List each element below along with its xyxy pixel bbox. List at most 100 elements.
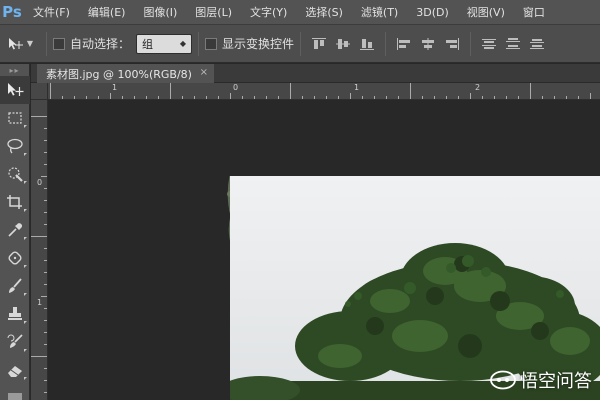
eraser-icon xyxy=(8,366,22,377)
align-buttons xyxy=(307,34,379,54)
menu-select[interactable]: 选择(S) xyxy=(296,0,352,25)
move-tool-icon xyxy=(8,83,24,96)
distribute-top-button[interactable] xyxy=(478,34,500,54)
show-transform-checkbox[interactable] xyxy=(205,37,218,50)
align-top-icon xyxy=(312,37,327,49)
wukong-logo-icon xyxy=(490,370,516,390)
crop-icon xyxy=(7,195,22,209)
horizontal-ruler-ticks xyxy=(50,83,591,99)
menu-image[interactable]: 图像(I) xyxy=(134,0,186,25)
tool-move[interactable] xyxy=(0,76,30,104)
submenu-triangle-icon xyxy=(24,293,27,296)
quick-select-icon xyxy=(8,167,23,182)
vertical-ruler-ticks xyxy=(31,116,47,393)
auto-select-label: 自动选择： xyxy=(70,37,131,51)
align-right-icon xyxy=(446,37,460,50)
distribute-vcenter-button[interactable] xyxy=(502,34,524,54)
vertical-ruler[interactable]: 0 1 xyxy=(31,100,48,400)
align-bottom-button[interactable] xyxy=(356,34,378,54)
auto-select-value: 组 xyxy=(142,37,154,51)
align-right-button[interactable] xyxy=(441,34,463,54)
menu-edit[interactable]: 编辑(E) xyxy=(79,0,135,25)
tool-eyedropper[interactable] xyxy=(0,216,30,244)
divider xyxy=(300,31,302,56)
distribute-bottom-icon xyxy=(530,38,545,49)
distribute-bottom-button[interactable] xyxy=(526,34,548,54)
submenu-triangle-icon xyxy=(24,125,27,128)
tool-gradient[interactable] xyxy=(0,384,30,400)
tool-quick-select[interactable] xyxy=(0,160,30,188)
ps-logo[interactable]: Ps xyxy=(0,0,24,25)
align-top-button[interactable] xyxy=(308,34,330,54)
tool-eraser[interactable] xyxy=(0,356,30,384)
healing-brush-icon xyxy=(8,251,22,265)
horizontal-ruler[interactable]: 1 0 1 2 xyxy=(48,83,600,100)
move-tool-icon xyxy=(8,37,23,49)
document-tab[interactable]: 素材图.jpg @ 100%(RGB/8) × xyxy=(37,64,214,83)
document-tab-bar: 素材图.jpg @ 100%(RGB/8) × xyxy=(31,64,600,83)
tool-healing[interactable] xyxy=(0,244,30,272)
menu-type[interactable]: 文字(Y) xyxy=(241,0,296,25)
options-bar: ▼ 自动选择： 组 ◆ 显示变换控件 xyxy=(0,25,600,63)
chevron-down-icon: ▼ xyxy=(26,39,34,48)
watermark: 悟空问答 xyxy=(490,367,592,393)
divider xyxy=(470,31,472,56)
tool-brush[interactable] xyxy=(0,272,30,300)
tool-history-brush[interactable] xyxy=(0,328,30,356)
align-left-icon xyxy=(397,37,411,50)
submenu-triangle-icon xyxy=(24,181,27,184)
auto-select-dropdown[interactable]: 组 ◆ xyxy=(136,33,193,54)
tool-preset-picker[interactable]: ▼ xyxy=(0,25,40,63)
menu-bar: Ps 文件(F) 编辑(E) 图像(I) 图层(L) 文字(Y) 选择(S) 滤… xyxy=(0,0,600,25)
divider xyxy=(385,31,387,56)
tools-panel: ▸▸ xyxy=(0,64,30,400)
clone-stamp-icon xyxy=(8,307,22,320)
canvas-area[interactable]: 悟空问答 xyxy=(48,100,600,400)
distribute-buttons xyxy=(477,34,549,54)
distribute-vcenter-icon xyxy=(506,37,521,49)
align-vcenter-icon xyxy=(336,38,351,49)
h-ruler-label: 0 xyxy=(233,83,239,92)
menu-layer[interactable]: 图层(L) xyxy=(186,0,241,25)
history-brush-icon xyxy=(7,334,23,348)
submenu-triangle-icon xyxy=(24,153,27,156)
align-horizontal-buttons xyxy=(392,34,464,54)
menu-filter[interactable]: 滤镜(T) xyxy=(352,0,407,25)
align-bottom-icon xyxy=(360,38,375,50)
panel-grip[interactable]: ▸▸ xyxy=(0,64,29,76)
eyedropper-icon xyxy=(8,223,23,237)
submenu-triangle-icon xyxy=(24,209,27,212)
tool-marquee[interactable] xyxy=(0,104,30,132)
tool-crop[interactable] xyxy=(0,188,30,216)
updown-caret-icon: ◆ xyxy=(179,39,187,48)
submenu-triangle-icon xyxy=(24,377,27,380)
align-hcenter-button[interactable] xyxy=(417,34,439,54)
h-ruler-label: 1 xyxy=(354,83,360,92)
document-tab-label: 素材图.jpg @ 100%(RGB/8) xyxy=(46,67,192,81)
submenu-triangle-icon xyxy=(24,321,27,324)
h-ruler-label: 1 xyxy=(112,83,118,92)
lasso-icon xyxy=(7,138,23,154)
auto-select-checkbox[interactable] xyxy=(53,37,65,50)
align-left-button[interactable] xyxy=(393,34,415,54)
submenu-triangle-icon xyxy=(24,237,27,240)
align-hcenter-icon xyxy=(422,37,435,50)
distribute-top-icon xyxy=(482,38,497,49)
align-vcenter-button[interactable] xyxy=(332,34,354,54)
menu-3d[interactable]: 3D(D) xyxy=(407,0,458,25)
menu-window[interactable]: 窗口 xyxy=(514,0,554,25)
close-icon[interactable]: × xyxy=(200,67,208,78)
submenu-triangle-icon xyxy=(24,349,27,352)
tool-stamp[interactable] xyxy=(0,300,30,328)
h-ruler-label: 2 xyxy=(475,83,481,92)
rect-marquee-icon xyxy=(8,112,22,124)
show-transform-label: 显示变换控件 xyxy=(222,37,295,51)
tool-lasso[interactable] xyxy=(0,132,30,160)
menu-view[interactable]: 视图(V) xyxy=(458,0,514,25)
brush-icon xyxy=(9,278,22,293)
submenu-triangle-icon xyxy=(24,265,27,268)
menu-file[interactable]: 文件(F) xyxy=(24,0,79,25)
ruler-origin[interactable] xyxy=(31,83,48,100)
photoshop-window: Ps 文件(F) 编辑(E) 图像(I) 图层(L) 文字(Y) 选择(S) 滤… xyxy=(0,0,600,400)
gradient-icon xyxy=(8,393,22,400)
